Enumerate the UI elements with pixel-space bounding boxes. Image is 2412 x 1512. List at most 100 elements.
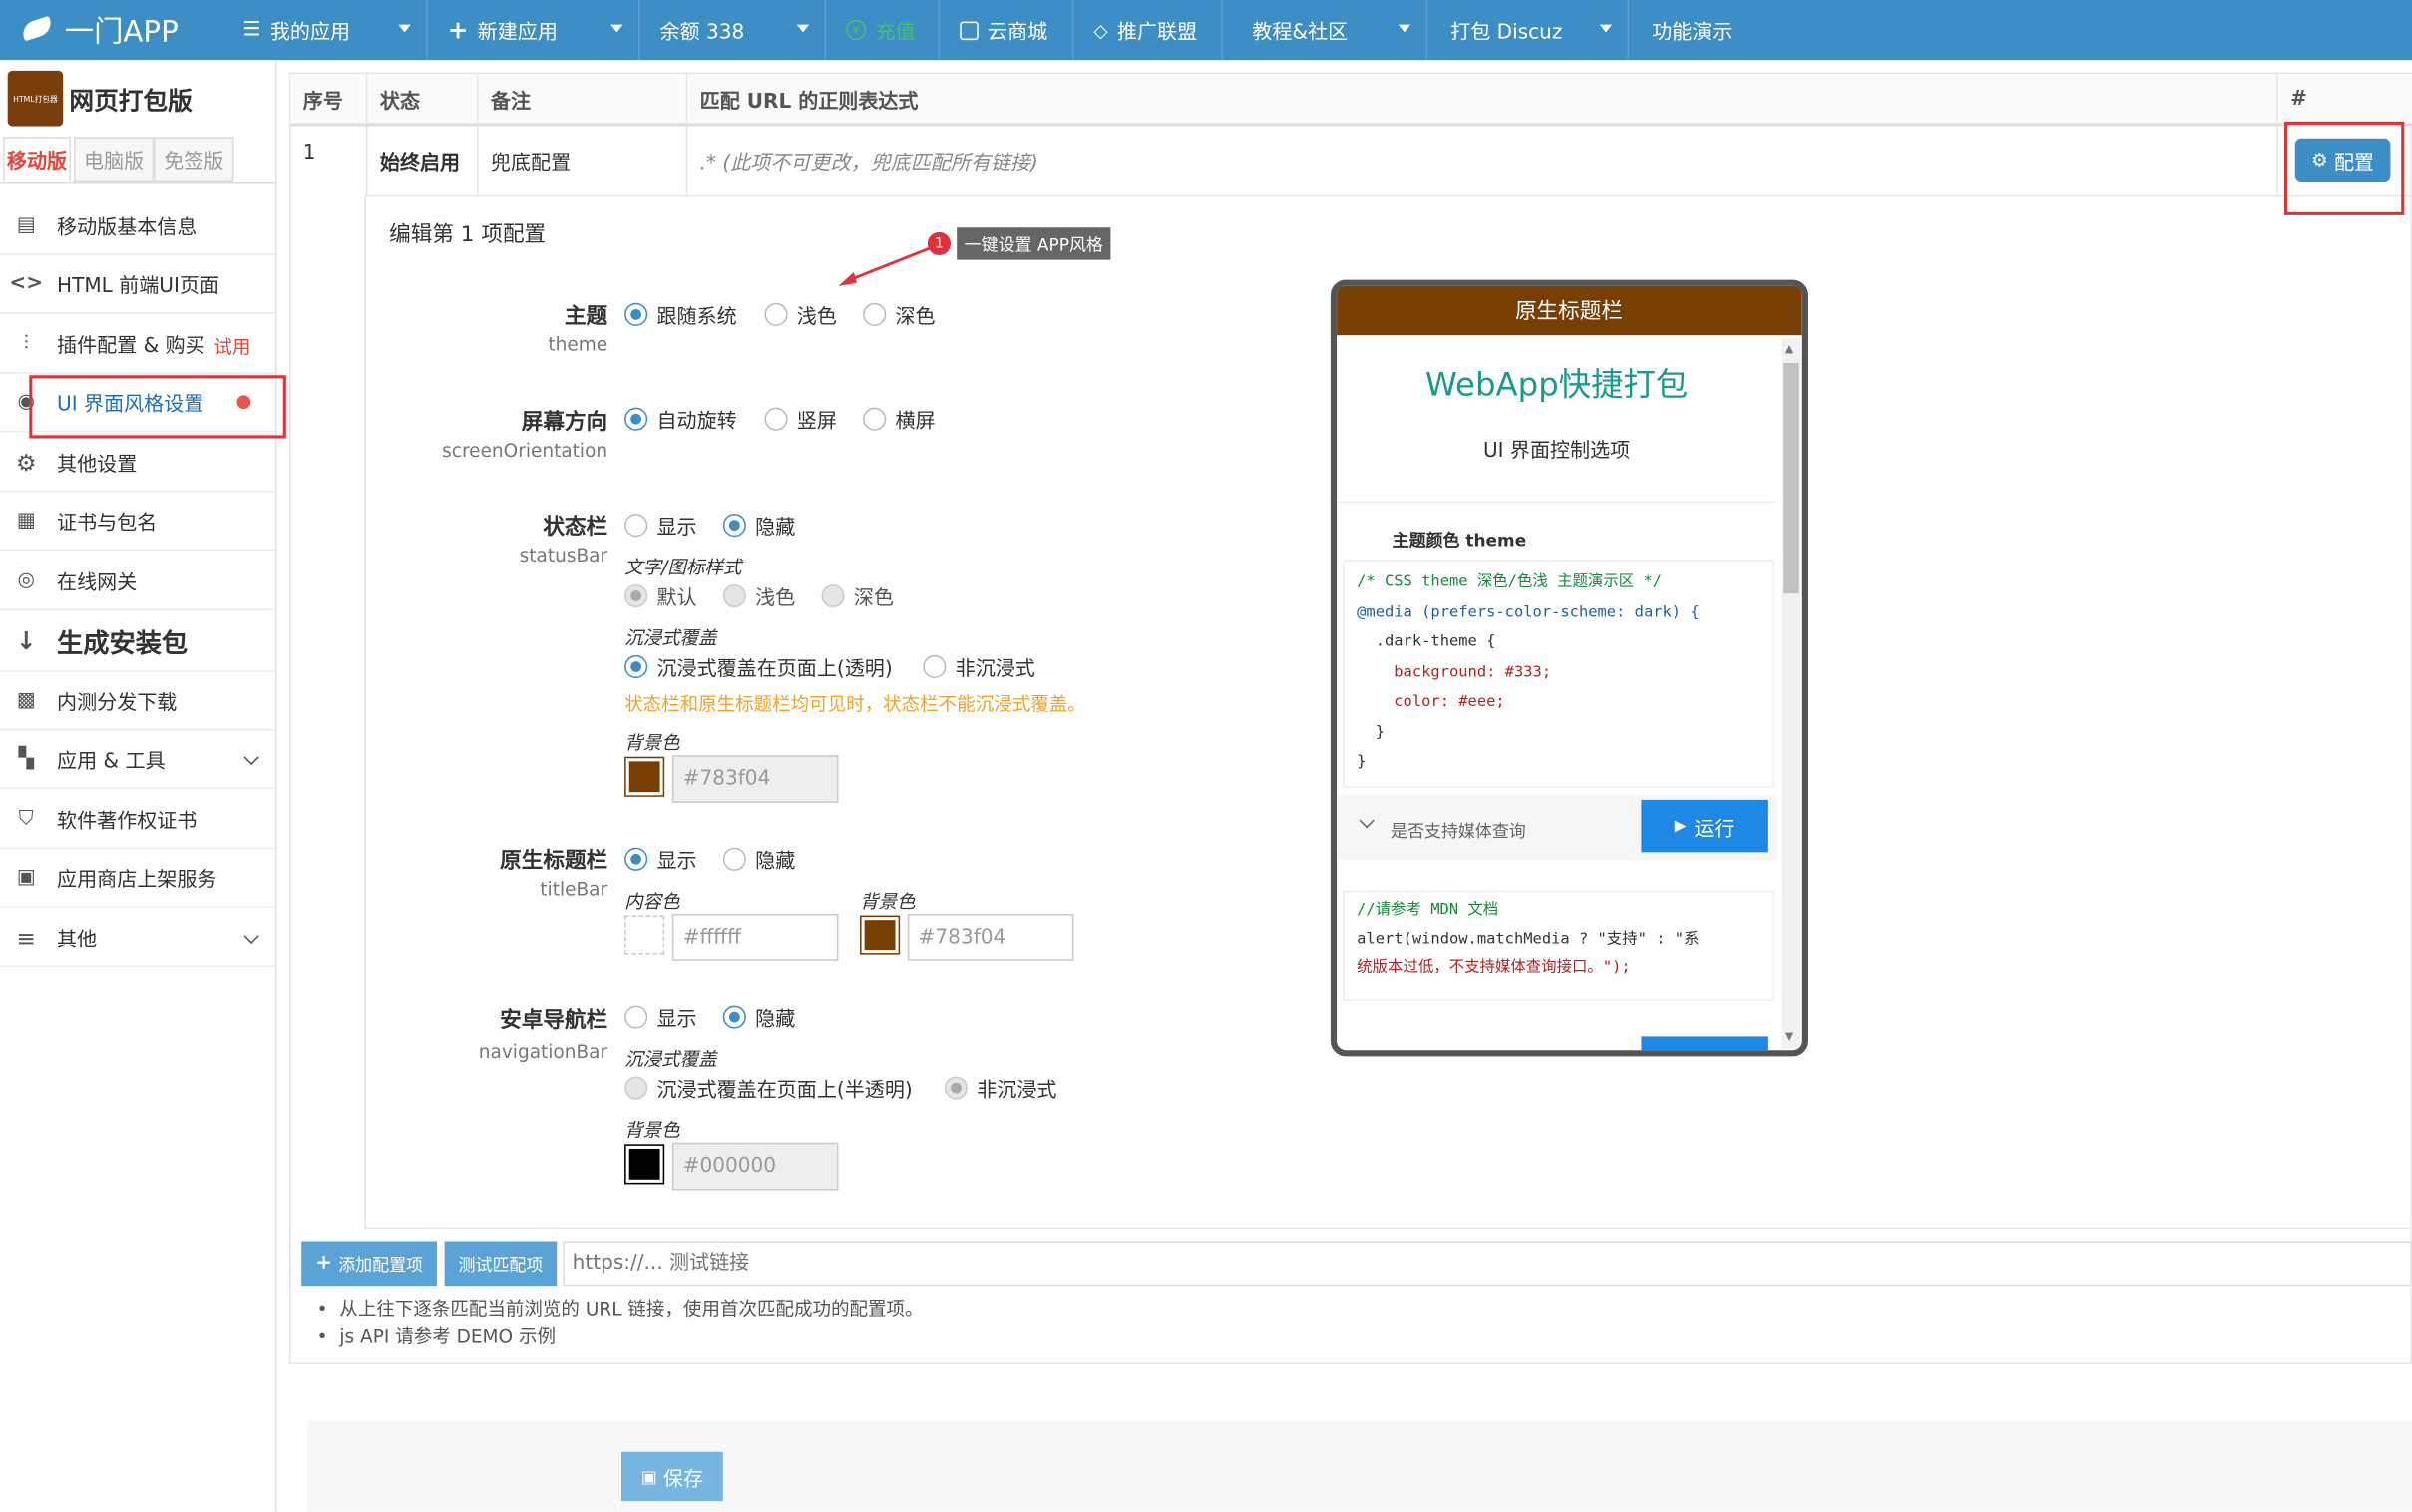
text-style-default[interactable]: 默认	[624, 581, 697, 610]
swatch-fill	[628, 920, 660, 951]
option-label: 横屏	[895, 410, 936, 434]
theme-option-dark[interactable]: 深色	[863, 300, 936, 329]
theme-option-light[interactable]: 浅色	[764, 300, 837, 329]
scroll-down-icon[interactable]: ▼	[1785, 1030, 1793, 1042]
radio[interactable]	[764, 407, 788, 431]
radio[interactable]	[863, 302, 887, 326]
sidebar-item-build[interactable]: ↓ 生成安装包	[0, 610, 276, 672]
radio[interactable]	[624, 1076, 648, 1100]
titlebar-content-swatch[interactable]	[624, 915, 665, 955]
plus-icon: +	[447, 15, 469, 45]
sidebar-item-certificate[interactable]: ▦ 证书与包名	[0, 492, 276, 552]
orientation-option-auto[interactable]: 自动旋转	[624, 405, 737, 434]
sidebar-item-label: 在线网关	[57, 571, 138, 595]
sidebar-item-appstore[interactable]: ▣ 应用商店上架服务	[0, 849, 276, 908]
radio[interactable]	[624, 514, 648, 538]
radio[interactable]	[722, 514, 746, 538]
titlebar-content-input[interactable]: #ffffff	[671, 914, 839, 961]
radio[interactable]	[944, 1076, 968, 1100]
phone-next-button[interactable]	[1641, 1036, 1768, 1051]
radio[interactable]	[764, 302, 788, 326]
statusbar-immersive-off[interactable]: 非沉浸式	[923, 652, 1035, 681]
sidebar-item-html-ui[interactable]: <> HTML 前端UI页面	[0, 255, 276, 314]
nav-new-app[interactable]: + 新建应用	[429, 0, 640, 61]
sidebar-item-label: 其他设置	[57, 453, 138, 478]
radio[interactable]	[624, 654, 648, 679]
radio[interactable]	[722, 847, 746, 871]
orientation-option-landscape[interactable]: 横屏	[863, 405, 936, 434]
statusbar-option-show[interactable]: 显示	[624, 511, 697, 540]
sidebar-item-other-settings[interactable]: ⚙ 其他设置	[0, 434, 276, 493]
theme-option-system[interactable]: 跟随系统	[624, 300, 737, 329]
titlebar-option-show[interactable]: 显示	[624, 845, 697, 874]
row-index-strip	[289, 194, 367, 1230]
statusbar-option-hide[interactable]: 隐藏	[722, 511, 795, 540]
radio[interactable]	[624, 847, 648, 871]
tooltip: 一键设置 APP风格	[957, 227, 1111, 260]
text-style-label: 文字/图标样式	[624, 557, 742, 578]
tab-label: 电脑版	[84, 151, 145, 175]
code-text: }	[1357, 753, 1367, 771]
nav-balance[interactable]: 余额 338	[641, 0, 827, 61]
text-style-light[interactable]: 浅色	[722, 581, 795, 610]
nav-discuz[interactable]: 打包 Discuz	[1429, 0, 1630, 61]
navbar-immersive-on[interactable]: 沉浸式覆盖在页面上(半透明)	[624, 1073, 913, 1103]
test-url-input[interactable]	[563, 1241, 2412, 1287]
button-label: 保存	[662, 1467, 704, 1492]
radio[interactable]	[863, 407, 887, 431]
sidebar-item-apps-tools[interactable]: ▚ 应用 & 工具	[0, 730, 276, 790]
navbar-option-show[interactable]: 显示	[624, 1002, 697, 1032]
add-config-button[interactable]: + 添加配置项	[301, 1241, 437, 1287]
test-match-button[interactable]: 测试匹配项	[444, 1241, 558, 1287]
sidebar-item-copyright[interactable]: ⛉ 软件著作权证书	[0, 791, 276, 850]
sidebar-item-gateway[interactable]: ◎ 在线网关	[0, 553, 276, 611]
navbar-immersive-off[interactable]: 非沉浸式	[944, 1073, 1056, 1103]
run-button[interactable]: ▶ 运行	[1641, 799, 1768, 853]
radio[interactable]	[624, 583, 648, 608]
sidebar-item-beta[interactable]: ▩ 内测分发下载	[0, 672, 276, 731]
sidebar-item-plugins[interactable]: ⫶ 插件配置 & 购买 试用	[0, 315, 276, 374]
tab-label: 移动版	[6, 151, 68, 175]
statusbar-bg-input[interactable]: #783f04	[671, 755, 839, 803]
sidebar-item-other[interactable]: ≡ 其他	[0, 909, 276, 967]
radio[interactable]	[722, 1005, 746, 1029]
tab-nosign[interactable]: 免签版	[154, 137, 234, 182]
phone-titlebar: 原生标题栏	[1337, 285, 1802, 336]
col-header-index: 序号	[290, 74, 368, 127]
nav-tutorials[interactable]: 教程&社区	[1225, 0, 1428, 61]
nav-recharge[interactable]: ¥ 充值	[828, 0, 941, 61]
nav-cloud-store[interactable]: 云商城	[942, 0, 1074, 61]
phone-scroll-thumb[interactable]	[1783, 362, 1799, 594]
titlebar-bg-swatch[interactable]	[860, 915, 901, 955]
scroll-up-icon[interactable]: ▲	[1785, 343, 1793, 355]
navbar-option-hide[interactable]: 隐藏	[722, 1002, 796, 1032]
logo[interactable]: 一门APP	[22, 8, 179, 51]
titlebar-option-hide[interactable]: 隐藏	[722, 845, 795, 874]
radio[interactable]	[821, 583, 845, 608]
option-label: 自动旋转	[656, 410, 737, 434]
titlebar-bg-input[interactable]: #783f04	[907, 914, 1074, 961]
nav-my-apps[interactable]: ☰ 我的应用	[224, 0, 428, 61]
chevron-down-icon	[796, 24, 810, 33]
nav-demo[interactable]: 功能演示	[1631, 0, 1764, 60]
statusbar-sub: statusBar	[519, 544, 608, 567]
radio[interactable]	[722, 583, 746, 608]
option-label: 隐藏	[755, 1008, 796, 1032]
tab-desktop[interactable]: 电脑版	[74, 137, 155, 182]
radio[interactable]	[923, 654, 947, 679]
nav-affiliate[interactable]: ◇ 推广联盟	[1075, 0, 1223, 61]
chevron-down-icon	[243, 928, 259, 945]
orientation-label: 屏幕方向	[521, 410, 608, 436]
radio[interactable]	[624, 1005, 648, 1029]
statusbar-color-swatch[interactable]	[624, 756, 665, 797]
tab-mobile[interactable]: 移动版	[3, 137, 71, 182]
statusbar-immersive-on[interactable]: 沉浸式覆盖在页面上(透明)	[624, 652, 893, 681]
save-button[interactable]: ▣ 保存	[621, 1451, 723, 1502]
text-style-dark[interactable]: 深色	[821, 581, 894, 610]
navbar-color-swatch[interactable]	[624, 1144, 665, 1185]
radio[interactable]	[624, 302, 648, 326]
navbar-bg-input[interactable]: #000000	[671, 1142, 839, 1191]
orientation-option-portrait[interactable]: 竖屏	[764, 405, 837, 434]
sidebar-item-basic-info[interactable]: ▤ 移动版基本信息	[0, 196, 276, 255]
radio[interactable]	[624, 407, 648, 431]
